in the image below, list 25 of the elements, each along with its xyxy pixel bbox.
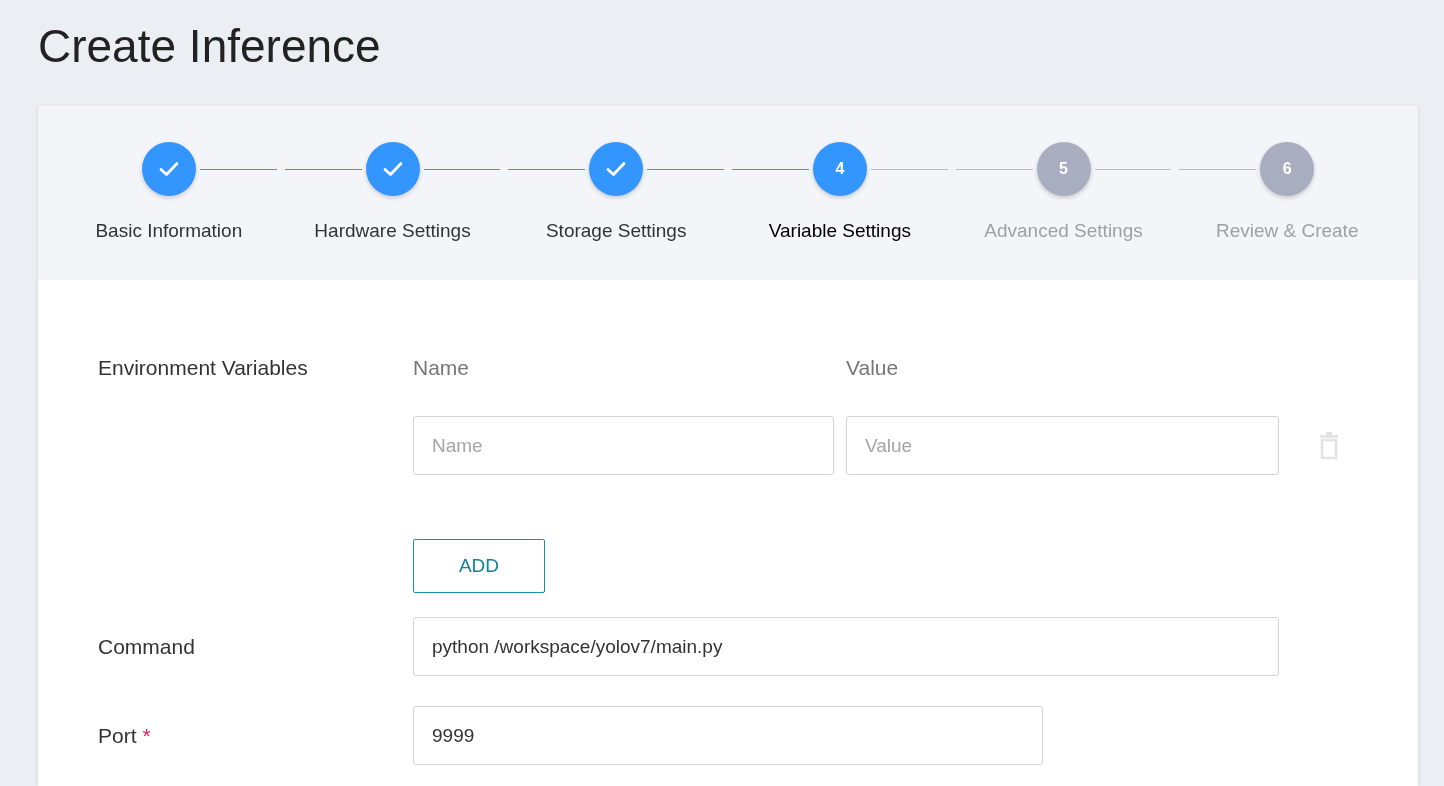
step-number: 6 bbox=[1282, 160, 1292, 178]
step-number: 5 bbox=[1059, 160, 1068, 178]
column-header: Name bbox=[413, 356, 471, 381]
command-input-field[interactable]: python /workspace/yolov7/main.py bbox=[413, 617, 1279, 676]
check-icon bbox=[382, 161, 403, 177]
column-header: Value bbox=[846, 356, 899, 381]
check-icon bbox=[158, 161, 179, 177]
port-input-field[interactable]: 9999 bbox=[413, 706, 1043, 765]
field-label: Environment Variables bbox=[98, 356, 309, 380]
step-circle[interactable] bbox=[365, 142, 420, 196]
name-input-field[interactable]: Name bbox=[413, 416, 834, 475]
required-mark: * bbox=[142, 723, 151, 748]
step-label[interactable]: Variable Settings bbox=[768, 220, 911, 242]
step-circle[interactable] bbox=[589, 142, 644, 196]
step-label[interactable]: Basic Information bbox=[95, 220, 243, 242]
step-number: 4 bbox=[835, 160, 845, 178]
field-label: Port bbox=[98, 723, 137, 748]
value-input-field[interactable]: Value bbox=[846, 416, 1279, 475]
step-circle[interactable] bbox=[141, 142, 196, 196]
field-label: Command bbox=[98, 634, 195, 659]
step-label[interactable]: Storage Settings bbox=[545, 220, 687, 242]
add-button[interactable]: ADD bbox=[413, 539, 545, 593]
check-icon bbox=[606, 161, 627, 177]
step-label[interactable]: Hardware Settings bbox=[314, 220, 471, 242]
page-title: Create Inference bbox=[38, 19, 382, 74]
